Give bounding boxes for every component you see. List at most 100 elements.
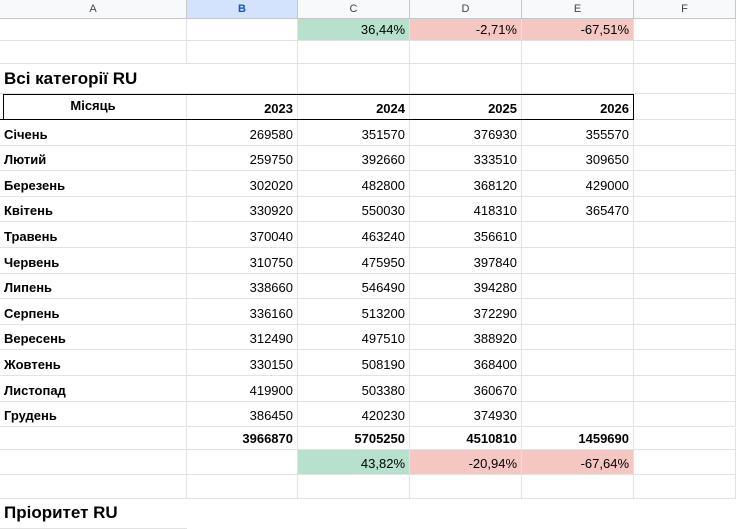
- value-cell[interactable]: 338660: [187, 273, 298, 300]
- value-cell[interactable]: [522, 350, 634, 376]
- value-cell[interactable]: 330920: [187, 196, 298, 223]
- cell[interactable]: [634, 324, 736, 351]
- cell[interactable]: [187, 475, 298, 499]
- cell[interactable]: [634, 171, 736, 197]
- total-2026[interactable]: 1459690: [522, 428, 634, 450]
- value-cell[interactable]: [522, 376, 634, 402]
- column-header-b[interactable]: B: [187, 0, 298, 19]
- month-cell[interactable]: Травень: [0, 222, 187, 248]
- value-cell[interactable]: 372290: [410, 299, 522, 325]
- total-2024[interactable]: 5705250: [298, 428, 410, 450]
- month-cell[interactable]: Березень: [0, 171, 187, 197]
- value-cell[interactable]: 463240: [298, 222, 410, 248]
- value-cell[interactable]: [522, 324, 634, 351]
- header-year[interactable]: 2023: [187, 94, 298, 120]
- cell[interactable]: [634, 273, 736, 300]
- cell[interactable]: [522, 64, 634, 94]
- value-cell[interactable]: [522, 248, 634, 274]
- value-cell[interactable]: 259750: [187, 145, 298, 172]
- column-header-f[interactable]: F: [634, 0, 736, 19]
- cell-percent-2026[interactable]: -67,51%: [522, 19, 634, 41]
- value-cell[interactable]: 356610: [410, 222, 522, 248]
- cell[interactable]: [634, 475, 736, 499]
- value-cell[interactable]: 386450: [187, 401, 298, 428]
- percent-2026[interactable]: -67,64%: [522, 450, 634, 475]
- value-cell[interactable]: 419900: [187, 376, 298, 402]
- month-cell[interactable]: Серпень: [0, 299, 187, 325]
- value-cell[interactable]: 418310: [410, 196, 522, 223]
- value-cell[interactable]: 365470: [522, 196, 634, 223]
- cell[interactable]: [0, 19, 187, 41]
- cell[interactable]: [0, 475, 187, 499]
- column-header-e[interactable]: E: [522, 0, 634, 19]
- value-cell[interactable]: 503380: [298, 376, 410, 402]
- value-cell[interactable]: 330150: [187, 350, 298, 376]
- cell[interactable]: [634, 428, 736, 450]
- cell[interactable]: [298, 475, 410, 499]
- column-header-c[interactable]: C: [298, 0, 410, 19]
- cell-percent-2025[interactable]: -2,71%: [410, 19, 522, 41]
- value-cell[interactable]: 513200: [298, 299, 410, 325]
- cell[interactable]: [187, 19, 298, 41]
- total-2025[interactable]: 4510810: [410, 428, 522, 450]
- header-year[interactable]: 2024: [298, 94, 410, 120]
- value-cell[interactable]: 482800: [298, 171, 410, 197]
- month-cell[interactable]: Квітень: [0, 196, 187, 223]
- cell[interactable]: [634, 145, 736, 172]
- value-cell[interactable]: 475950: [298, 248, 410, 274]
- value-cell[interactable]: 302020: [187, 171, 298, 197]
- header-year[interactable]: 2026: [522, 94, 634, 120]
- cell[interactable]: [187, 64, 298, 94]
- value-cell[interactable]: 546490: [298, 273, 410, 300]
- value-cell[interactable]: 355570: [522, 120, 634, 146]
- cell[interactable]: [634, 19, 736, 41]
- value-cell[interactable]: 368400: [410, 350, 522, 376]
- value-cell[interactable]: [522, 273, 634, 300]
- value-cell[interactable]: 392660: [298, 145, 410, 172]
- cell[interactable]: [0, 428, 187, 450]
- cell[interactable]: [522, 41, 634, 64]
- percent-2024[interactable]: 43,82%: [298, 450, 410, 475]
- cell[interactable]: [634, 401, 736, 428]
- value-cell[interactable]: 370040: [187, 222, 298, 248]
- cell[interactable]: [187, 450, 298, 475]
- cell[interactable]: [187, 41, 298, 64]
- cell[interactable]: [634, 120, 736, 146]
- month-cell[interactable]: Грудень: [0, 401, 187, 428]
- cell[interactable]: [634, 450, 736, 475]
- next-section-title[interactable]: Пріоритет RU: [0, 499, 187, 529]
- cell[interactable]: [298, 41, 410, 64]
- cell[interactable]: [634, 350, 736, 376]
- month-cell[interactable]: Липень: [0, 273, 187, 300]
- cell[interactable]: [410, 64, 522, 94]
- value-cell[interactable]: 429000: [522, 171, 634, 197]
- value-cell[interactable]: [522, 401, 634, 428]
- value-cell[interactable]: 376930: [410, 120, 522, 146]
- section-title[interactable]: Всі категорії RU: [0, 64, 187, 94]
- value-cell[interactable]: [522, 222, 634, 248]
- value-cell[interactable]: 336160: [187, 299, 298, 325]
- value-cell[interactable]: 309650: [522, 145, 634, 172]
- month-cell[interactable]: Січень: [0, 120, 187, 146]
- value-cell[interactable]: 374930: [410, 401, 522, 428]
- cell[interactable]: [634, 41, 736, 64]
- cell[interactable]: [634, 299, 736, 325]
- percent-2025[interactable]: -20,94%: [410, 450, 522, 475]
- value-cell[interactable]: 269580: [187, 120, 298, 146]
- cell[interactable]: [634, 64, 736, 94]
- month-cell[interactable]: Червень: [0, 248, 187, 274]
- value-cell[interactable]: 368120: [410, 171, 522, 197]
- cell[interactable]: [410, 41, 522, 64]
- header-month[interactable]: Місяць: [0, 94, 187, 120]
- cell[interactable]: [0, 450, 187, 475]
- value-cell[interactable]: 388920: [410, 324, 522, 351]
- cell[interactable]: [0, 41, 187, 64]
- cell[interactable]: [634, 248, 736, 274]
- value-cell[interactable]: 497510: [298, 324, 410, 351]
- value-cell[interactable]: 550030: [298, 196, 410, 223]
- cell[interactable]: [634, 222, 736, 248]
- value-cell[interactable]: 360670: [410, 376, 522, 402]
- value-cell[interactable]: [522, 299, 634, 325]
- cell[interactable]: [298, 64, 410, 94]
- value-cell[interactable]: 394280: [410, 273, 522, 300]
